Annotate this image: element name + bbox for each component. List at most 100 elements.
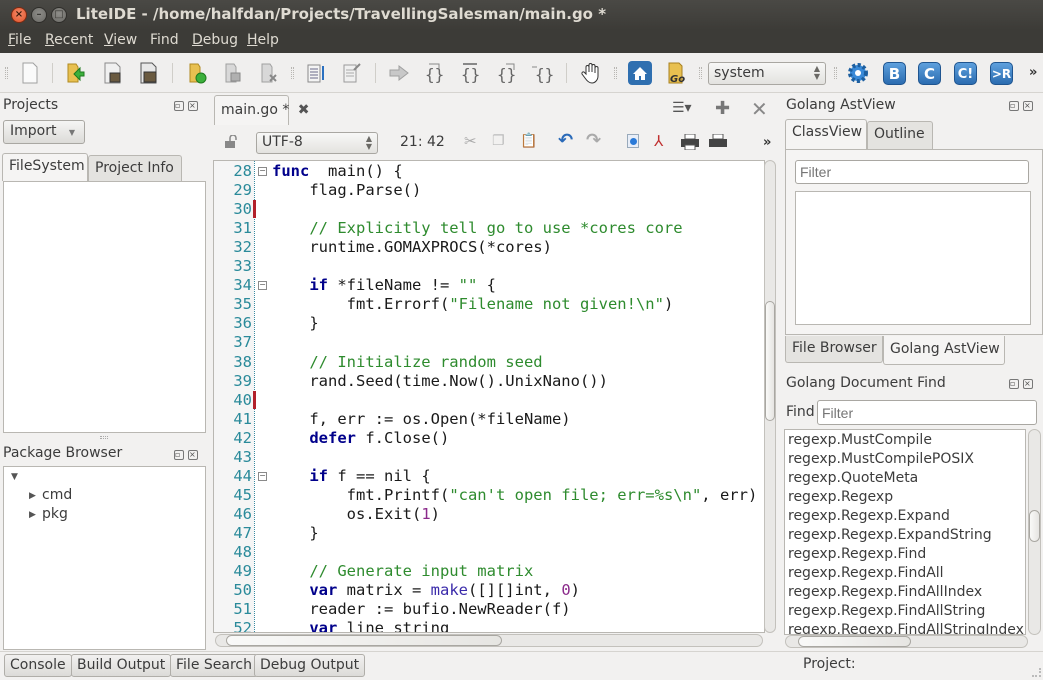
code-line[interactable]: // Initialize random seed [272,353,542,371]
gear-icon[interactable] [846,61,870,85]
list-item[interactable]: regexp.QuoteMeta [788,470,918,486]
encoding-select[interactable]: UTF-8 ▲ ▼ [256,132,378,154]
menu-recent[interactable]: Recent [45,32,93,48]
tab-debug-output[interactable]: Debug Output [254,654,366,677]
doc-find-horizontal-scrollbar[interactable] [785,635,1028,648]
list-item[interactable]: regexp.Regexp.Expand [788,508,950,524]
run-button[interactable]: >R [990,62,1013,85]
code-line[interactable]: // Explicitly tell go to use *cores core [272,219,682,237]
doc-find-horizontal-scroll-thumb[interactable] [798,636,911,647]
code-line[interactable]: f, err := os.Open(*fileName) [272,410,570,428]
fold-icon[interactable]: {} [424,62,446,84]
menu-view[interactable]: View [104,32,137,48]
float-icon[interactable]: ▫ [1009,379,1019,389]
collapse-arrow-icon[interactable]: ▶ [29,491,36,501]
environment-select[interactable]: system ▲ ▼ [708,62,826,85]
list-item[interactable]: regexp.Regexp.FindAllString [788,603,985,619]
list-item[interactable]: regexp.Regexp.Find [788,546,926,562]
print-icon[interactable] [681,134,699,150]
code-line[interactable]: reader := bufio.NewReader(f) [272,600,570,618]
export-icon[interactable] [341,62,363,84]
tree-item-cmd[interactable]: cmd [42,487,72,503]
code-line[interactable]: if f == nil { [272,467,430,485]
doc-find-filter-input[interactable] [817,400,1037,425]
save-file-icon[interactable] [102,62,124,84]
package-tree[interactable]: ▼ ▶ cmd ▶ pkg [3,466,206,650]
window-close-button[interactable]: × [11,7,27,23]
redo-icon[interactable]: ↷ [586,130,601,151]
close-tab-icon[interactable]: ✖ [298,102,310,118]
paste-icon[interactable]: 📋 [520,133,537,149]
tab-console[interactable]: Console [4,654,72,677]
list-item[interactable]: regexp.MustCompilePOSIX [788,451,974,467]
editor-vertical-scroll-thumb[interactable] [765,301,775,421]
open-folder-icon[interactable] [65,62,87,84]
fold-toggle-icon[interactable]: − [258,281,267,291]
classview-filter-input[interactable] [795,160,1029,184]
code-line[interactable]: runtime.GOMAXPROCS(*cores) [272,238,552,256]
undo-icon[interactable]: ↶ [558,130,573,151]
menu-help[interactable]: Help [247,32,279,48]
clean-all-button[interactable]: C! [954,62,977,85]
menu-debug[interactable]: Debug [192,32,238,48]
close-editor-icon[interactable]: ✕ [751,97,768,121]
resize-grip[interactable] [1032,668,1041,677]
filesystem-tree[interactable] [3,181,206,433]
code-editor[interactable]: 28 29 30 31 32 33 34 35 36 37 38 39 40 41 42 43 44 45 46 47… [213,160,765,633]
split-add-icon[interactable]: ✚ [715,98,730,119]
fold-toggle-icon[interactable]: − [258,471,267,481]
tree-item-pkg[interactable]: pkg [42,506,68,522]
build-button[interactable]: B [883,62,906,85]
home-icon[interactable] [628,61,652,85]
save-all-icon[interactable] [138,62,160,84]
classview-tree[interactable] [795,191,1031,325]
export-pdf-icon[interactable]: ⅄ [654,132,663,150]
tab-build-output[interactable]: Build Output [71,654,172,677]
toolbar-grip[interactable] [614,67,617,79]
code-line[interactable]: func main() { [272,162,403,180]
float-icon[interactable]: ▫ [1009,101,1019,111]
list-item[interactable]: regexp.MustCompile [788,432,932,448]
unfold-icon[interactable]: {} [460,62,482,84]
code-line[interactable]: var matrix = make([][]int, 0) [272,581,580,599]
close-icon[interactable]: × [1023,379,1033,389]
clean-button[interactable]: C [918,62,941,85]
code-line[interactable]: var line string [272,619,449,632]
list-item[interactable]: regexp.Regexp.FindAllStringIndex [788,622,1024,634]
export-html-icon[interactable] [627,134,639,148]
float-icon[interactable]: ▫ [174,101,184,111]
tab-main-go[interactable]: main.go * ✖ [214,95,310,125]
import-icon[interactable] [305,62,327,84]
tab-outline[interactable]: Outline [867,121,933,149]
code-line[interactable]: // Generate input matrix [272,562,533,580]
hand-icon[interactable] [580,62,602,84]
code-line[interactable]: if *fileName != "" { [272,276,496,294]
tab-classview[interactable]: ClassView [785,119,867,149]
list-item[interactable]: regexp.Regexp.ExpandString [788,527,992,543]
code-line[interactable]: fmt.Printf("can't open file; err=%s\n", … [272,486,758,504]
toolbar-grip[interactable] [291,67,294,79]
close-icon[interactable]: × [1023,101,1033,111]
go-folder-icon[interactable]: Go [666,61,690,85]
doc-find-vertical-scroll-thumb[interactable] [1029,510,1040,542]
lock-icon[interactable] [224,134,238,149]
editor-toolbar-overflow-button[interactable]: » [763,135,771,150]
editor-horizontal-scrollbar[interactable] [215,634,763,647]
list-item[interactable]: regexp.Regexp.FindAllIndex [788,584,982,600]
collapse-arrow-icon[interactable]: ▶ [29,510,36,520]
code-line[interactable]: os.Exit(1) [272,505,440,523]
copy-icon[interactable]: ❐ [492,133,505,149]
close-icon[interactable]: × [188,450,198,460]
toolbar-grip[interactable] [699,67,702,79]
menu-find[interactable]: Find [150,32,179,48]
tab-golang-astview[interactable]: Golang AstView [883,336,1005,365]
new-file-icon[interactable] [19,62,41,84]
code-line[interactable]: fmt.Errorf("Filename not given!\n") [272,295,674,313]
tab-filesystem[interactable]: FileSystem [2,153,88,181]
window-maximize-button[interactable]: □ [51,7,67,23]
toolbar-grip[interactable] [834,67,837,79]
window-minimize-button[interactable]: – [31,7,47,23]
code-line[interactable]: } [272,524,318,542]
splitter-handle[interactable] [100,436,108,439]
float-icon[interactable]: ▫ [174,450,184,460]
